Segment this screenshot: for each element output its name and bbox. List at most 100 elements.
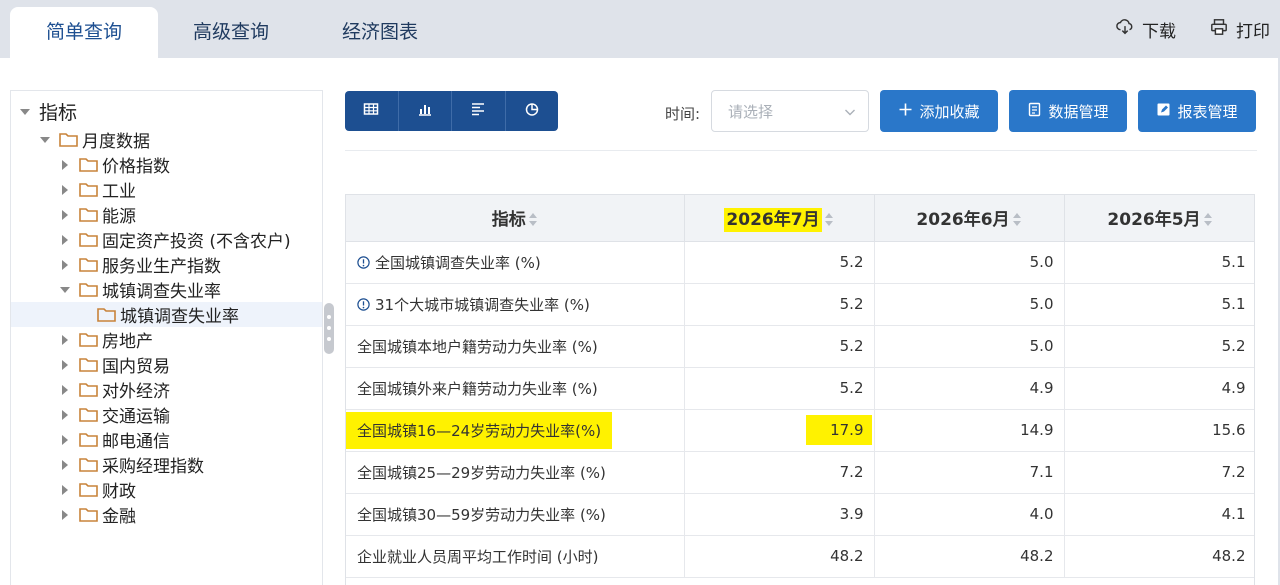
value-cell: 5.1 xyxy=(1064,241,1254,284)
tree-node-finance[interactable]: 财政 xyxy=(11,477,322,502)
header-2026-07[interactable]: 2026年7月 xyxy=(684,195,875,242)
tab-advanced-query[interactable]: 高级查询 xyxy=(170,7,292,58)
caret-right-icon[interactable] xyxy=(59,509,71,521)
caret-right-icon[interactable] xyxy=(59,384,71,396)
caret-right-icon[interactable] xyxy=(59,259,71,271)
value-cell: 5.2 xyxy=(684,367,875,410)
time-placeholder: 请选择 xyxy=(728,102,774,121)
tree-node-service-index[interactable]: 服务业生产指数 xyxy=(11,252,322,277)
tree-node-real-estate[interactable]: 房地产 xyxy=(11,327,322,352)
table-row: 全国城镇外来户籍劳动力失业率 (%) 5.2 4.9 4.9 xyxy=(346,367,1254,410)
tree-node-banking[interactable]: 金融 xyxy=(11,502,322,527)
info-icon[interactable] xyxy=(357,297,370,311)
tree-label: 邮电通信 xyxy=(102,432,170,452)
folder-icon xyxy=(79,282,98,297)
report-edit-icon xyxy=(1156,102,1171,121)
tree-node-domestic-trade[interactable]: 国内贸易 xyxy=(11,352,322,377)
main-panel: 指标 月度数据 价格指数 工业 能源 固定资产投资 (不含农户) 服务业生产指数… xyxy=(0,58,1278,585)
value-cell: 7.2 xyxy=(684,451,875,494)
caret-right-icon[interactable] xyxy=(59,184,71,196)
value-cell: 48.2 xyxy=(1064,535,1254,578)
tree-node-energy[interactable]: 能源 xyxy=(11,202,322,227)
tree-node-foreign-economy[interactable]: 对外经济 xyxy=(11,377,322,402)
value-cell: 5.2 xyxy=(684,325,875,368)
folder-icon xyxy=(79,232,98,247)
folder-icon xyxy=(79,257,98,272)
tree-label: 固定资产投资 (不含农户) xyxy=(102,232,291,252)
sort-icon[interactable] xyxy=(528,213,538,227)
tree-label: 月度数据 xyxy=(82,132,150,152)
indicator-cell: 全国城镇外来户籍劳动力失业率 (%) xyxy=(346,367,685,410)
report-manage-button[interactable]: 报表管理 xyxy=(1138,90,1256,132)
splitter-handle[interactable] xyxy=(324,303,334,354)
print-button[interactable]: 打印 xyxy=(1210,17,1270,42)
tree-node-unemployment-leaf[interactable]: 城镇调查失业率 xyxy=(11,302,322,327)
folder-icon xyxy=(79,357,98,372)
sort-icon[interactable] xyxy=(1203,213,1213,227)
folder-icon xyxy=(79,507,98,522)
header-2026-05[interactable]: 2026年5月 xyxy=(1064,195,1254,242)
download-button[interactable]: 下载 xyxy=(1116,17,1176,42)
header-2026-06[interactable]: 2026年6月 xyxy=(874,195,1065,242)
tab-simple-query[interactable]: 简单查询 xyxy=(10,7,158,58)
pie-chart-view-button[interactable] xyxy=(506,91,559,131)
indicator-cell: 企业就业人员周平均工作时间 (小时) xyxy=(346,535,685,578)
data-manage-button[interactable]: 数据管理 xyxy=(1009,90,1127,132)
tree-node-price-index[interactable]: 价格指数 xyxy=(11,152,322,177)
value-cell: 5.2 xyxy=(684,283,875,326)
sort-icon[interactable] xyxy=(824,213,834,227)
tree-label: 房地产 xyxy=(102,332,153,352)
table-row: 全国城镇调查失业率 (%) 5.2 5.0 5.1 xyxy=(346,241,1254,284)
header-indicator[interactable]: 指标 xyxy=(346,195,685,242)
tree-node-transport[interactable]: 交通运输 xyxy=(11,402,322,427)
caret-right-icon[interactable] xyxy=(59,334,71,346)
tree-label: 交通运输 xyxy=(102,407,170,427)
folder-icon xyxy=(59,132,78,147)
caret-right-icon[interactable] xyxy=(59,409,71,421)
indicator-cell: 全国城镇调查失业率 (%) xyxy=(346,241,685,284)
tree-node-telecom[interactable]: 邮电通信 xyxy=(11,427,322,452)
plus-icon xyxy=(898,102,913,121)
table-view-button[interactable] xyxy=(345,91,399,131)
highlighted-value: 17.9 xyxy=(806,415,872,445)
caret-right-icon[interactable] xyxy=(59,359,71,371)
folder-icon xyxy=(79,207,98,222)
caret-right-icon[interactable] xyxy=(59,484,71,496)
tree-node-industry[interactable]: 工业 xyxy=(11,177,322,202)
tree-root[interactable]: 指标 xyxy=(11,99,322,124)
info-icon[interactable] xyxy=(357,255,370,269)
caret-right-icon[interactable] xyxy=(59,159,71,171)
caret-down-icon[interactable] xyxy=(39,134,51,146)
align-left-icon xyxy=(470,101,486,121)
pie-chart-icon xyxy=(524,101,540,121)
tree-node-pmi[interactable]: 采购经理指数 xyxy=(11,452,322,477)
sort-icon[interactable] xyxy=(1012,213,1022,227)
value-cell: 4.9 xyxy=(874,367,1065,410)
value-cell: 3.9 xyxy=(684,493,875,536)
horizontal-bar-view-button[interactable] xyxy=(452,91,506,131)
tree-label: 能源 xyxy=(102,207,136,227)
tree-node-fixed-investment[interactable]: 固定资产投资 (不含农户) xyxy=(11,227,322,252)
add-favorite-button[interactable]: 添加收藏 xyxy=(880,90,998,132)
caret-down-icon[interactable] xyxy=(59,284,71,296)
tree-node-unemployment[interactable]: 城镇调查失业率 xyxy=(11,277,322,302)
tab-economic-charts[interactable]: 经济图表 xyxy=(320,7,440,58)
time-select[interactable]: 请选择 xyxy=(711,90,869,132)
indicator-cell: 全国城镇30—59岁劳动力失业率 (%) xyxy=(346,493,685,536)
caret-right-icon[interactable] xyxy=(59,234,71,246)
print-label: 打印 xyxy=(1236,21,1270,42)
caret-right-icon[interactable] xyxy=(59,459,71,471)
bar-chart-view-button[interactable] xyxy=(399,91,452,131)
tree-node-monthly[interactable]: 月度数据 xyxy=(11,127,322,152)
tree-label: 金融 xyxy=(102,507,136,527)
bar-chart-icon xyxy=(417,101,433,121)
tree-label: 城镇调查失业率 xyxy=(120,307,239,327)
caret-right-icon[interactable] xyxy=(59,209,71,221)
caret-down-icon[interactable] xyxy=(19,106,31,118)
cloud-download-icon xyxy=(1116,18,1134,41)
printer-icon xyxy=(1210,18,1228,41)
table-row: 企业就业人员周平均工作时间 (小时) 48.2 48.2 48.2 xyxy=(346,535,1254,578)
caret-right-icon[interactable] xyxy=(59,434,71,446)
highlighted-indicator-label: 全国城镇16—24岁劳动力失业率(%) xyxy=(346,411,613,449)
folder-icon xyxy=(79,382,98,397)
